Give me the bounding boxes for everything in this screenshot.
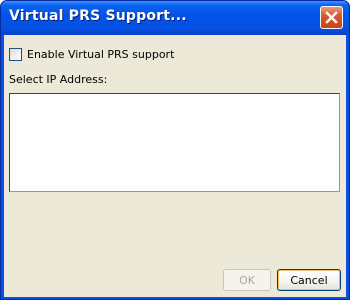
ok-button[interactable]: OK: [223, 269, 271, 291]
enable-virtual-prs-option[interactable]: Enable Virtual PRS support: [9, 46, 174, 62]
dialog-body: Enable Virtual PRS support Select IP Add…: [4, 35, 346, 297]
title-bar[interactable]: Virtual PRS Support...: [1, 1, 349, 35]
ip-address-list[interactable]: [9, 93, 340, 192]
enable-virtual-prs-label: Enable Virtual PRS support: [27, 47, 175, 61]
close-button[interactable]: [320, 6, 343, 29]
cancel-button[interactable]: Cancel: [277, 269, 341, 291]
enable-virtual-prs-checkbox[interactable]: [9, 47, 22, 61]
select-ip-label: Select IP Address:: [9, 73, 108, 86]
window-title: Virtual PRS Support...: [9, 8, 187, 24]
close-icon: [325, 11, 338, 24]
dialog-window: Virtual PRS Support... Enable Virtual PR…: [0, 0, 350, 300]
